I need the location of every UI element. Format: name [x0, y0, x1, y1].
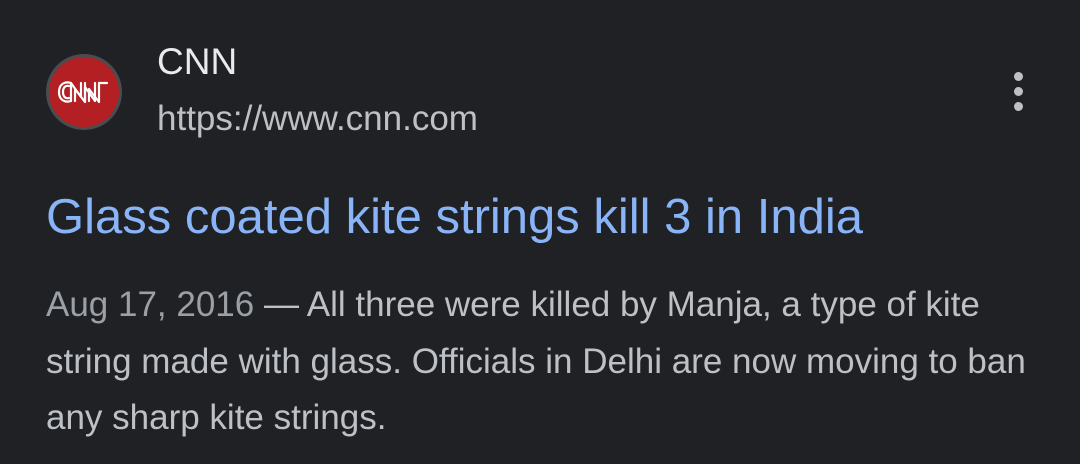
result-snippet: Aug 17, 2016 — All three were killed by … [46, 277, 1036, 447]
more-vert-icon-dot-2 [1013, 86, 1023, 96]
site-name[interactable]: CNN [157, 40, 237, 84]
more-vert-icon-dot-3 [1013, 101, 1023, 111]
snippet-separator: — [254, 285, 307, 324]
cnn-favicon-icon[interactable] [46, 54, 122, 130]
more-options-button[interactable] [998, 66, 1038, 116]
result-date: Aug 17, 2016 [46, 285, 255, 324]
more-vert-icon-dot-1 [1013, 71, 1023, 81]
result-title-link[interactable]: Glass coated kite strings kill 3 in Indi… [46, 186, 863, 248]
search-result: CNN https://www.cnn.com Glass coated kit… [0, 0, 1080, 464]
cnn-logo-icon [57, 81, 109, 104]
cnn-logo [49, 57, 119, 127]
site-url[interactable]: https://www.cnn.com [157, 97, 478, 141]
